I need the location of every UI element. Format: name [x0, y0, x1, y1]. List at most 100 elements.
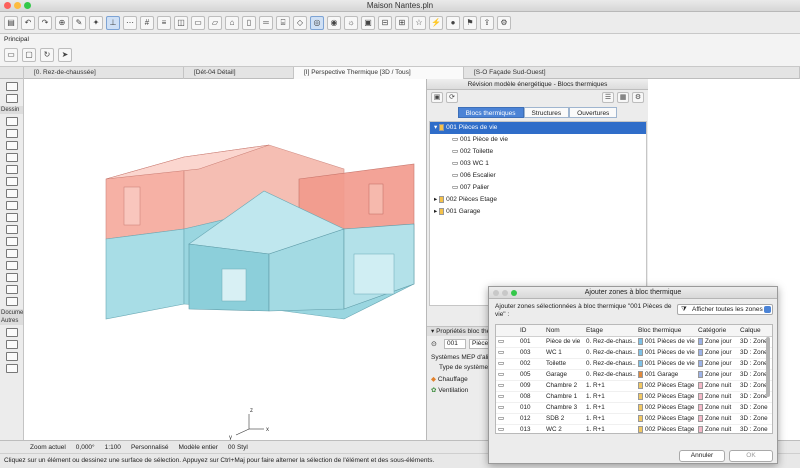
beam-tool-icon[interactable] [6, 177, 18, 186]
column-icon[interactable]: ▯ [242, 15, 256, 30]
fill-tool-icon[interactable] [6, 364, 18, 373]
redo-icon[interactable]: ↷ [38, 15, 52, 30]
settings-icon[interactable]: ⚙ [497, 15, 511, 30]
table-scrollbar[interactable] [766, 337, 770, 397]
wall-icon[interactable]: ▭ [191, 15, 205, 30]
refresh-icon[interactable]: ⟳ [446, 91, 458, 103]
model-view-field[interactable]: Modèle entier [179, 444, 218, 451]
minimize-window-icon[interactable] [14, 2, 21, 9]
tree-item-garage[interactable]: ▸ 001 Garage [430, 206, 646, 218]
curtain-wall-tool-icon[interactable] [6, 237, 18, 246]
tree-item[interactable]: ▭ 007 Palier [430, 182, 646, 194]
tree-item[interactable]: ▭ 001 Pièce de vie [430, 134, 646, 146]
col-thermal-block[interactable]: Bloc thermique [636, 325, 696, 337]
railing-tool-icon[interactable] [6, 261, 18, 270]
marquee-tool-icon[interactable] [6, 94, 18, 103]
table-row[interactable]: ▭ 001 Pièce de vie 0. Rez-de-chaus... 001 Pi… [496, 336, 772, 348]
col-category[interactable]: Catégorie [696, 325, 738, 337]
segment-structures[interactable]: Structures [523, 107, 570, 118]
model-icon[interactable]: ▣ [431, 91, 443, 103]
arrow-tool-icon[interactable]: ➤ [58, 48, 72, 62]
morph-tool-icon[interactable] [6, 297, 18, 306]
col-story[interactable]: Etage [584, 325, 636, 337]
text-tool-icon[interactable] [6, 340, 18, 349]
dialog-zoom-icon[interactable] [511, 290, 517, 296]
tab-facade-sud-ouest[interactable]: [S-O Façade Sud-Ouest] [464, 67, 800, 79]
mep-row-heating[interactable]: ◆ Chauffage [431, 375, 468, 383]
grid-icon[interactable]: # [140, 15, 154, 30]
table-row[interactable]: ▭ 003 WC 1 0. Rez-de-chaus... 001 Pièces de … [496, 347, 772, 359]
table-row[interactable]: ▭ 005 Garage 0. Rez-de-chaus... 001 Garage Zo… [496, 369, 772, 381]
slab-icon[interactable]: ▱ [208, 15, 222, 30]
roof-tool-icon[interactable] [6, 201, 18, 210]
table-row[interactable]: ▭ 010 Chambre 3 1. R+1 002 Pièces Etage Zone … [496, 402, 772, 414]
panel-settings-icon[interactable]: ⚙ [632, 91, 644, 103]
segment-openings[interactable]: Ouvertures [569, 107, 618, 118]
roof-icon[interactable]: ⌂ [225, 15, 239, 30]
slab-tool-icon[interactable] [6, 189, 18, 198]
sun-icon[interactable]: ☼ [344, 15, 358, 30]
window-tool-icon[interactable] [6, 141, 18, 150]
shell-tool-icon[interactable] [6, 213, 18, 222]
elevation-icon[interactable]: ⊞ [395, 15, 409, 30]
stair-tool-icon[interactable] [6, 249, 18, 258]
save-icon[interactable]: ▤ [4, 15, 18, 30]
tree-item[interactable]: ▭ 003 WC 1 [430, 158, 646, 170]
find-select-icon[interactable]: ⊕ [55, 15, 69, 30]
zone-tool-icon[interactable] [6, 285, 18, 294]
render-icon[interactable]: ▣ [361, 15, 375, 30]
pen-set-field[interactable]: Personnalisé [131, 444, 169, 451]
energy-icon[interactable]: ⚡ [429, 15, 443, 30]
ok-button[interactable]: OK [729, 450, 773, 462]
teamwork-icon[interactable]: ⚑ [463, 15, 477, 30]
column-tool-icon[interactable] [6, 165, 18, 174]
pen-selector-icon[interactable]: ▢ [22, 48, 36, 62]
camera-icon[interactable]: ◉ [327, 15, 341, 30]
close-window-icon[interactable] [4, 2, 11, 9]
snap-icon[interactable]: ⋯ [123, 15, 137, 30]
beam-icon[interactable]: ═ [259, 15, 273, 30]
col-name[interactable]: Nom [544, 325, 584, 337]
mep-row-ventilation[interactable]: ✿ Ventilation [431, 386, 468, 394]
magic-wand-icon[interactable]: ✦ [89, 15, 103, 30]
mesh-icon[interactable]: ◇ [293, 15, 307, 30]
mesh-tool-icon[interactable] [6, 273, 18, 282]
layers-icon[interactable]: ≡ [157, 15, 171, 30]
scale-field[interactable]: 1:100 [105, 444, 121, 451]
stair-icon[interactable]: ⌸ [276, 15, 290, 30]
tab-rez-de-chaussee[interactable]: [0. Rez-de-chaussée] [24, 67, 184, 79]
3d-view-icon[interactable]: ◫ [174, 15, 188, 30]
dialog-minimize-icon[interactable] [502, 290, 508, 296]
tab-detail[interactable]: [Dét-04 Détail] [184, 67, 294, 79]
object-tool-icon[interactable] [6, 153, 18, 162]
3d-viewport[interactable]: z x y [24, 79, 426, 440]
undo-icon[interactable]: ↶ [21, 15, 35, 30]
guide-lines-icon[interactable]: ⊥ [106, 15, 120, 30]
eyedropper-icon[interactable]: ✎ [72, 15, 86, 30]
section-icon[interactable]: ⊟ [378, 15, 392, 30]
segment-thermal-blocks[interactable]: Blocs thermiques [457, 107, 524, 118]
zone-filter-select[interactable]: ⧩ Afficher toutes les zones [677, 304, 773, 315]
rotate-icon[interactable]: ↻ [40, 48, 54, 62]
orbit-icon[interactable]: ◎ [310, 15, 324, 30]
wall-tool-icon[interactable] [6, 117, 18, 126]
tree-item-pieces-etage[interactable]: ▸ 002 Pièces Etage [430, 194, 646, 206]
table-row[interactable]: ▭ 012 SDB 2 1. R+1 002 Pièces Etage Zone nuit… [496, 413, 772, 425]
tree-item-pieces-de-vie[interactable]: ▾ 001 Pièces de vie [430, 122, 646, 134]
dialog-close-icon[interactable] [493, 290, 499, 296]
door-tool-icon[interactable] [6, 129, 18, 138]
tree-item[interactable]: ▭ 006 Escalier [430, 170, 646, 182]
arrow-tool-icon[interactable] [6, 82, 18, 91]
label-tool-icon[interactable] [6, 352, 18, 361]
grid-view-icon[interactable]: ▦ [617, 91, 629, 103]
table-row[interactable]: ▭ 008 Chambre 1 1. R+1 002 Pièces Etage Zone … [496, 391, 772, 403]
table-row[interactable]: ▭ 009 Chambre 2 1. R+1 002 Pièces Etage Zone … [496, 380, 772, 392]
tab-perspective-thermique[interactable]: [I] Perspective Thermique [3D / Tous] [294, 67, 464, 79]
table-row[interactable]: ▭ 002 Toilette 0. Rez-de-chaus... 001 Pièces… [496, 358, 772, 370]
skylight-tool-icon[interactable] [6, 225, 18, 234]
tree-item[interactable]: ▭ 002 Toilette [430, 146, 646, 158]
block-id-field[interactable]: 001 [444, 339, 466, 349]
zoom-window-icon[interactable] [24, 2, 31, 9]
list-view-icon[interactable]: ☰ [602, 91, 614, 103]
col-layer[interactable]: Calque [738, 325, 772, 337]
